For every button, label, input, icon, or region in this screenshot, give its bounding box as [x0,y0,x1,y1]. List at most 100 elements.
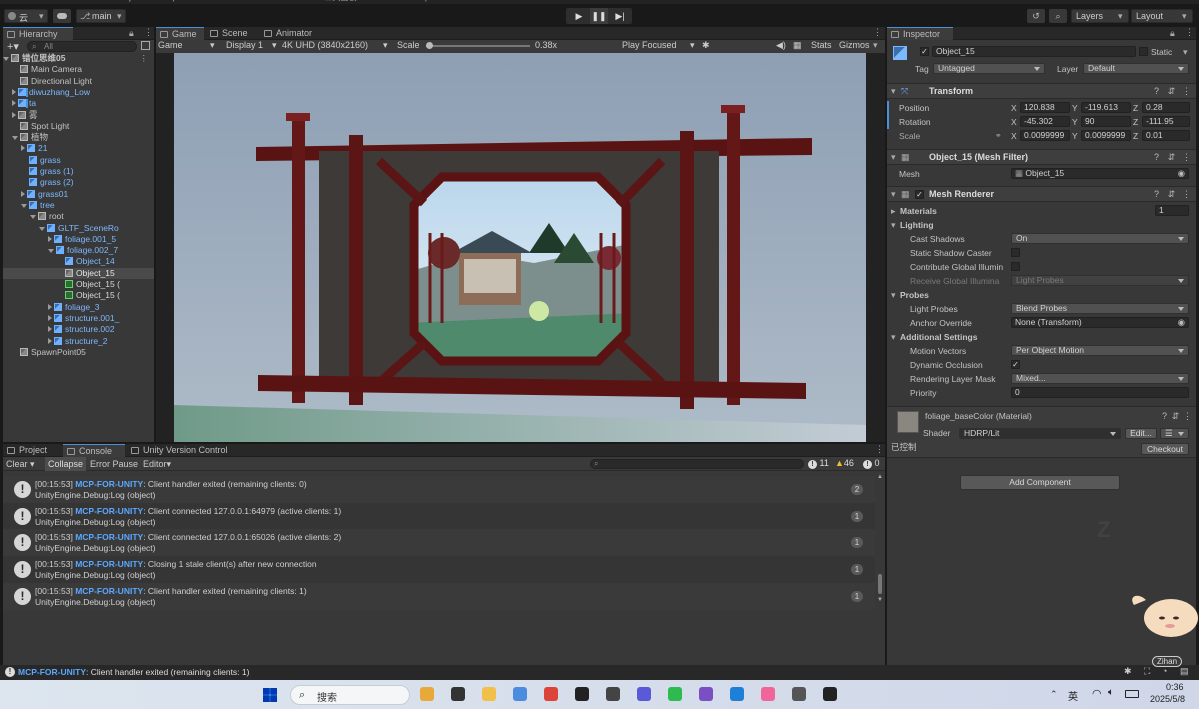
more-menu-icon[interactable]: ⋮ [875,444,884,455]
step-button[interactable]: ▶| [611,8,629,24]
static-checkbox[interactable] [1139,47,1148,56]
hierarchy-item[interactable]: structure_2 [3,336,154,347]
tab-hierarchy[interactable]: Hierarchy [3,27,73,40]
history-icon[interactable]: ↺ [1027,9,1045,23]
position-x-field[interactable]: 120.838 [1020,102,1070,113]
more-menu-icon[interactable]: ⋮ [1182,153,1191,162]
lock-icon[interactable]: 🔒︎ [1170,28,1175,39]
error-filter-toggle[interactable]: ! 0 [863,458,880,469]
chevron-right-icon[interactable]: ▸ [891,206,896,217]
log-entry[interactable]: ! [00:15:53] MCP-FOR-UNITY: Client handle… [3,476,875,503]
preset-icon[interactable]: ⇵ [1167,153,1176,162]
battery-icon[interactable] [1125,690,1139,698]
mute-audio-icon[interactable]: ◀) [776,40,786,51]
resolution-dropdown[interactable]: 4K UHD (3840x2160) ▾ [282,40,392,50]
hierarchy-item[interactable]: SpawnPoint05 [3,347,154,358]
hierarchy-item[interactable]: foliage.002_7 [3,245,154,256]
shader-dropdown[interactable]: HDRP/Lit [959,428,1121,439]
hierarchy-item[interactable]: structure.002 [3,324,154,335]
log-entry[interactable]: ! [00:15:53] MCP-FOR-UNITY: Closing 1 sta… [3,556,875,584]
preset-icon[interactable]: ⇵ [1167,87,1176,96]
chevron-right-icon[interactable] [48,314,52,321]
scroll-thumb[interactable] [878,574,882,594]
vpn-icon[interactable] [637,687,651,701]
hierarchy-item[interactable]: grass (2) [3,177,154,188]
info-filter-toggle[interactable]: ! 11 [808,458,829,469]
contribute-gi-checkbox[interactable] [1011,262,1020,271]
hierarchy-item[interactable]: diwuzhang_Low [3,87,154,98]
clock-date[interactable]: 2025/5/8 [1150,694,1185,704]
more-menu-icon[interactable]: ⋮ [1185,27,1194,38]
editor-dropdown[interactable]: Editor▾ [143,459,171,470]
chevron-down-icon[interactable]: ▾ [1183,47,1188,58]
visual-studio-icon[interactable] [699,687,713,701]
link-icon[interactable]: ⚭ [995,131,1002,140]
more-menu-icon[interactable]: ⋮ [144,27,153,38]
hierarchy-item[interactable]: GLTF_SceneRo [3,223,154,234]
hierarchy-item[interactable]: grass (1) [3,166,154,177]
hierarchy-item[interactable]: 错位思维05 ⋮ [3,53,154,64]
warning-filter-toggle[interactable]: ▲46 [835,458,854,468]
hierarchy-item[interactable]: Object_15 ( [3,290,154,301]
menu-item[interactable]: Services [211,0,242,2]
gizmos-button[interactable]: Gizmos [839,40,870,50]
layers-dropdown[interactable]: Layers ▾ [1071,9,1129,23]
search-icon[interactable]: ⌕ [1049,9,1067,23]
menu-item[interactable]: Window [371,0,399,2]
mesh-field[interactable]: ▦ Object_15 ◉ [1011,168,1189,179]
ime-indicator[interactable]: 英 [1068,688,1078,703]
object-name-field[interactable]: Object_15 [932,46,1136,57]
active-checkbox[interactable]: ✓ [920,47,929,56]
clear-button[interactable]: Clear ▾ [6,459,35,470]
chevron-down-icon[interactable] [21,203,27,208]
console-scrollbar[interactable]: ▲ ▼ [877,474,883,606]
wechat-icon[interactable] [668,687,682,701]
cast-shadows-dropdown[interactable]: On [1011,233,1189,244]
chevron-down-icon[interactable] [30,215,36,220]
mascot-overlay[interactable]: Zihan [1124,590,1199,670]
chevron-right-icon[interactable] [12,111,16,118]
more-menu-icon[interactable]: ⋮ [1182,87,1191,96]
menu-item[interactable]: 工具面板 [325,0,357,2]
dynamic-occlusion-checkbox[interactable]: ✓ [1011,360,1020,369]
help-icon[interactable]: ? [1152,190,1161,199]
error-pause-toggle[interactable]: Error Pause [90,459,138,469]
help-icon[interactable]: ? [1152,153,1161,162]
cloud-button[interactable] [53,9,71,23]
menu-item[interactable]: File [4,0,17,2]
hierarchy-item[interactable]: 植物 [3,132,154,143]
additional-settings-label[interactable]: Additional Settings [900,331,977,343]
more-menu-icon[interactable]: ⋮ [140,53,149,64]
play-mode-dropdown[interactable]: Play Focused ▾ [622,40,698,50]
wifi-icon[interactable]: ◠ [1092,687,1102,700]
start-icon[interactable] [263,688,277,702]
chatgpt-icon[interactable] [575,687,589,701]
console-search-input[interactable]: ⌕ [590,459,804,469]
hierarchy-item[interactable]: Object_15 ( [3,279,154,290]
chevron-down-icon[interactable]: ▾ [891,332,896,343]
collapse-toggle[interactable]: Collapse [45,457,87,471]
chevron-down-icon[interactable]: ▾ [891,290,896,301]
chevron-down-icon[interactable] [12,136,18,141]
lock-icon[interactable]: 🔒︎ [129,28,134,39]
clock-time[interactable]: 0:36 [1166,682,1184,692]
scale-x-field[interactable]: 0.0099999 [1020,130,1070,141]
log-entry[interactable]: ! [00:15:53] MCP-FOR-UNITY: Client connec… [3,529,875,557]
game-viewport[interactable] [174,53,866,442]
scroll-down-icon[interactable]: ▼ [877,597,883,603]
hierarchy-item[interactable]: tree [3,200,154,211]
tab-project[interactable]: Project [3,444,61,457]
menu-item[interactable]: Component [156,0,197,2]
lighting-label[interactable]: Lighting [900,219,934,231]
menu-item[interactable]: Tools [292,0,311,2]
help-icon[interactable]: ? [1152,87,1161,96]
object-picker-icon[interactable]: ◉ [1178,169,1185,178]
menu-item[interactable]: DOTS [256,0,278,2]
hierarchy-item[interactable]: Object_15 [3,267,154,279]
hierarchy-item[interactable]: grass [3,155,154,166]
anchor-override-field[interactable]: None (Transform) ◉ [1011,317,1189,328]
taskbar-search[interactable]: ⌕ 搜索 [290,685,410,705]
materials-label[interactable]: Materials [900,205,937,217]
tab-console[interactable]: Console [63,444,125,457]
position-z-field[interactable]: 0.28 [1142,102,1190,113]
